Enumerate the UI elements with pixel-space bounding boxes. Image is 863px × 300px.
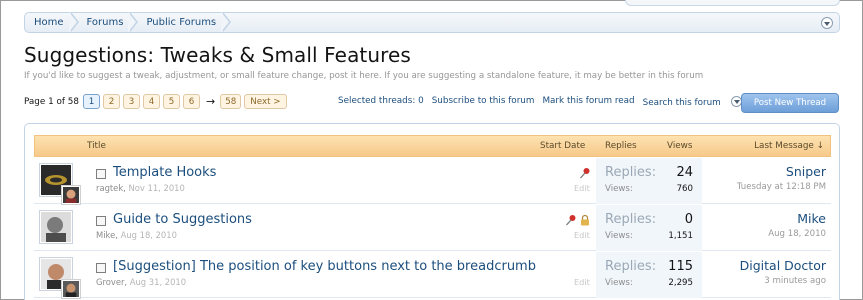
thread-author[interactable]: Grover, (96, 277, 127, 287)
table-row: Guide to Suggestions Mike, Aug 18, 2010 … (34, 205, 831, 251)
edit-link[interactable]: Edit (574, 230, 590, 240)
last-message-date[interactable]: Aug 18, 2010 (768, 229, 826, 239)
last-message-user[interactable]: Sniper (737, 164, 826, 179)
views-label: Views: (605, 278, 633, 288)
page-title: Suggestions: Tweaks & Small Features (24, 43, 411, 67)
avatar-image (63, 281, 79, 297)
last-message-user[interactable]: Digital Doctor (740, 258, 826, 273)
table-row: [Suggestion] The position of key buttons… (34, 252, 831, 299)
page-link-4[interactable]: 4 (142, 94, 160, 109)
last-message-date[interactable]: Tuesday at 12:18 PM (737, 182, 826, 192)
lock-icon (581, 214, 589, 226)
views-count: 760 (676, 184, 693, 194)
thread-title[interactable]: [Suggestion] The position of key buttons… (113, 259, 536, 274)
page-link-last[interactable]: 58 (220, 94, 242, 109)
thread-tools: Selected threads: 0 Subscribe to this fo… (338, 96, 750, 108)
replies-label: Replies: (605, 212, 657, 227)
thread-title[interactable]: Template Hooks (113, 165, 216, 180)
avatar[interactable] (39, 257, 81, 299)
replies-label: Replies: (605, 165, 657, 180)
avatar[interactable] (39, 163, 81, 205)
col-last-message[interactable]: Last Message ↓ (754, 141, 824, 151)
thread-author[interactable]: ragtek, (96, 183, 126, 193)
search-forum-link[interactable]: Search this forum (643, 96, 742, 108)
col-views[interactable]: Views (667, 141, 692, 151)
breadcrumb: Home Forums Public Forums (24, 12, 840, 33)
thread-stats: Replies: 0 Views: 1,151 (596, 205, 702, 251)
edit-link[interactable]: Edit (574, 183, 590, 193)
replies-label: Replies: (605, 259, 657, 274)
replies-count: 115 (668, 259, 693, 274)
subscribe-forum-link[interactable]: Subscribe to this forum (432, 96, 535, 108)
page-next-button[interactable]: Next > (244, 94, 287, 109)
thread-date: Aug 31, 2010 (129, 277, 187, 287)
chevron-down-icon[interactable] (821, 17, 833, 29)
page-link-1[interactable]: 1 (82, 94, 100, 109)
thread-meta: ragtek, Nov 11, 2010 (96, 183, 185, 193)
last-message-user[interactable]: Mike (768, 211, 826, 226)
edit-link[interactable]: Edit (574, 277, 590, 287)
page-link-5[interactable]: 5 (162, 94, 180, 109)
sticky-pin-icon (566, 215, 576, 226)
selected-threads-link[interactable]: Selected threads: 0 (338, 96, 424, 108)
thread-author[interactable]: Mike, (96, 230, 118, 240)
page-link-3[interactable]: 3 (122, 94, 140, 109)
avatar-image (41, 212, 71, 242)
search-forum-label: Search this forum (642, 98, 721, 108)
sticky-pin-icon (580, 168, 590, 179)
thread-date: Nov 11, 2010 (128, 183, 185, 193)
breadcrumb-forums[interactable]: Forums (78, 12, 139, 32)
views-count: 2,295 (668, 278, 693, 288)
thread-stats: Replies: 115 Views: 2,295 (596, 252, 702, 298)
thread-meta: Mike, Aug 18, 2010 (96, 230, 177, 240)
replies-count: 24 (676, 165, 693, 180)
replies-count: 0 (684, 212, 693, 227)
col-start-date[interactable]: Start Date (540, 141, 585, 151)
forum-description: If you'd like to suggest a tweak, adjust… (24, 71, 704, 81)
page-link-2[interactable]: 2 (102, 94, 120, 109)
thread-list-header: Title Start Date Replies Views Last Mess… (34, 135, 831, 157)
top-strip (625, 0, 840, 6)
last-poster-avatar[interactable] (61, 279, 81, 299)
page-label: Page 1 of 58 (24, 96, 79, 107)
mark-read-link[interactable]: Mark this forum read (542, 96, 634, 108)
thread-list-panel: Title Start Date Replies Views Last Mess… (24, 123, 840, 300)
breadcrumb-public-forums[interactable]: Public Forums (137, 12, 231, 32)
page-jump-arrow[interactable]: → (206, 95, 215, 108)
post-new-thread-button[interactable]: Post New Thread (741, 93, 839, 113)
last-message: Mike Aug 18, 2010 (768, 211, 826, 239)
page-link-6[interactable]: 6 (182, 94, 200, 109)
thread-select-checkbox[interactable] (96, 216, 106, 226)
table-row: Template Hooks ragtek, Nov 11, 2010 Edit… (34, 158, 831, 205)
thread-meta: Grover, Aug 31, 2010 (96, 277, 186, 287)
col-title[interactable]: Title (87, 141, 106, 151)
last-message: Sniper Tuesday at 12:18 PM (737, 164, 826, 192)
last-poster-avatar[interactable] (61, 185, 81, 205)
breadcrumb-home[interactable]: Home (25, 12, 79, 32)
avatar[interactable] (39, 210, 73, 244)
thread-select-checkbox[interactable] (96, 263, 106, 273)
col-replies[interactable]: Replies (605, 141, 637, 151)
thread-title[interactable]: Guide to Suggestions (113, 212, 252, 227)
thread-select-checkbox[interactable] (96, 169, 106, 179)
views-count: 1,151 (668, 231, 693, 241)
avatar-image (63, 187, 79, 203)
views-label: Views: (605, 184, 633, 194)
thread-date: Aug 18, 2010 (120, 230, 177, 240)
last-message-date[interactable]: 3 minutes ago (740, 276, 826, 286)
last-message: Digital Doctor 3 minutes ago (740, 258, 826, 286)
views-label: Views: (605, 231, 633, 241)
page-navigation: Page 1 of 58 1 2 3 4 5 6 → 58 Next > (24, 94, 290, 109)
thread-stats: Replies: 24 Views: 760 (596, 158, 702, 204)
